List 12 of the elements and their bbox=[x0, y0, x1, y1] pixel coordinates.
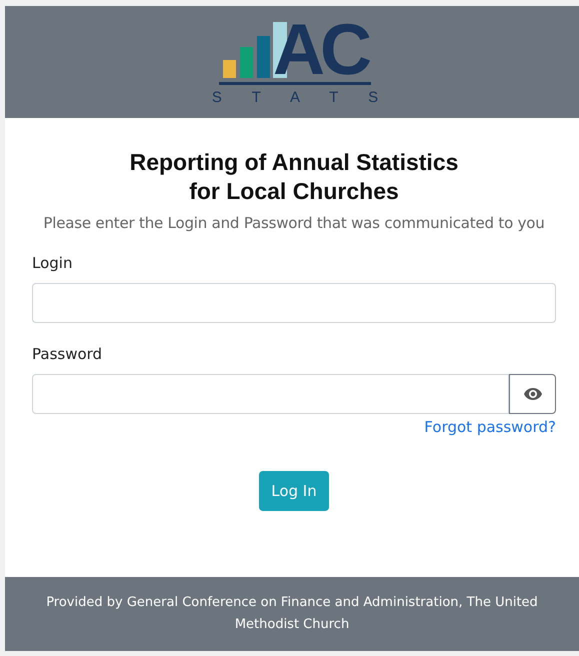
forgot-password-link[interactable]: Forgot password? bbox=[424, 418, 556, 436]
instructions-text: Please enter the Login and Password that was communicated to you bbox=[42, 214, 546, 232]
show-password-button[interactable] bbox=[509, 374, 556, 414]
field-label: Password bbox=[32, 345, 104, 363]
logo-subtitle: S T A T S bbox=[212, 88, 392, 106]
page-title: Reporting of Annual Statistics for Local Churches bbox=[128, 148, 460, 206]
field-label: Login bbox=[32, 254, 74, 272]
eye-icon bbox=[524, 388, 542, 400]
password-field[interactable] bbox=[32, 374, 509, 414]
footer-text: Provided by General Conference on Finance and Administration, The United Methodist Church bbox=[45, 594, 539, 634]
login-field[interactable] bbox=[32, 283, 556, 323]
login-button[interactable]: Log In bbox=[259, 471, 329, 511]
